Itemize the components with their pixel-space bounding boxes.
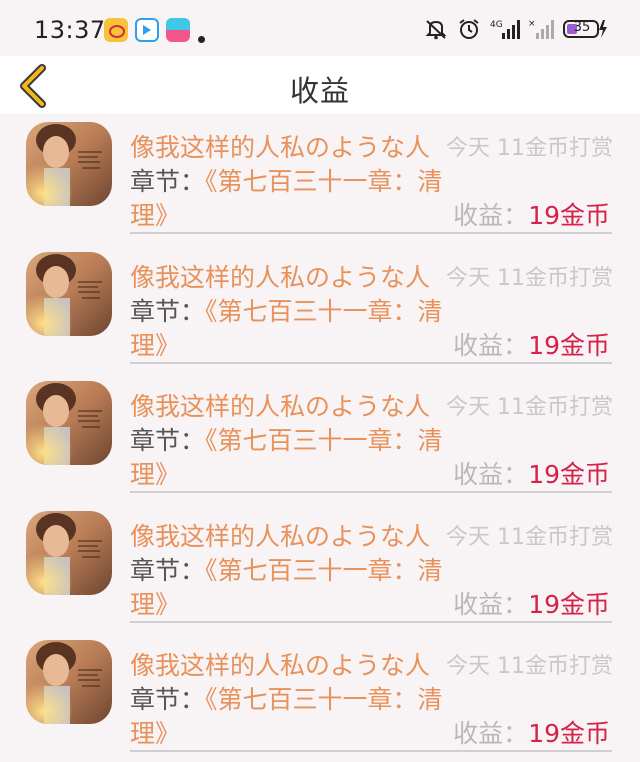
income-record[interactable]: 像我这样的人私のような人 今天 11金币打赏 章节：《第七百三十一章：清 理》 … <box>0 503 640 633</box>
record-meta: 今天 11金币打赏 <box>446 259 614 292</box>
chapter-line: 章节：《第七百三十一章：清 <box>130 292 443 328</box>
income-value: 19金币 <box>528 719 610 748</box>
income-amount: 收益：19金币 <box>453 326 610 362</box>
svg-text:×: × <box>528 19 536 29</box>
divider <box>130 232 612 234</box>
status-time: 13:37 <box>34 16 106 44</box>
income-value: 19金币 <box>528 589 610 619</box>
chapter-name: 《第七百三十一章：清 <box>205 167 443 196</box>
chapter-name-cont: 理》 <box>130 201 181 230</box>
video-app-icon <box>135 18 159 42</box>
work-title: 像我这样的人私のような人 <box>130 262 431 292</box>
chapter-label: 章节： <box>130 167 206 196</box>
signal-secondary-icon: × <box>528 19 554 39</box>
svg-text:4G: 4G <box>490 20 503 30</box>
divider <box>130 491 612 493</box>
divider <box>130 361 612 364</box>
alarm-icon <box>459 19 479 39</box>
chapter-name: 《第七百三十一章：清 <box>205 296 443 326</box>
chapter-name-cont: 理》 <box>130 589 181 619</box>
book-cover-avatar <box>26 381 112 465</box>
record-meta: 今天 11金币打赏 <box>446 648 614 680</box>
income-label: 收益： <box>453 719 529 748</box>
status-bar: 13:37 4G × 35 <box>0 0 640 56</box>
book-cover-avatar <box>26 510 112 595</box>
nav-bar: 收益 <box>0 56 640 114</box>
income-record[interactable]: 像我这样的人私のような人 今天 11金币打赏 章节：《第七百三十一章：清 理》 … <box>0 632 640 762</box>
chapter-label: 章节： <box>130 426 206 455</box>
income-label: 收益： <box>453 589 529 619</box>
chapter-line: 章节：《第七百三十一章：清 <box>130 421 443 457</box>
work-title: 像我这样的人私のような人 <box>130 133 431 162</box>
income-amount: 收益：19金币 <box>453 455 610 491</box>
chapter-label: 章节： <box>130 296 206 326</box>
income-value: 19金币 <box>528 460 610 489</box>
income-record[interactable]: 像我这样的人私のような人 今天 11金币打赏 章节：《第七百三十一章：清 理》 … <box>0 114 640 244</box>
weibo-app-icon <box>104 18 128 42</box>
divider <box>130 620 612 623</box>
battery-level: 35 <box>573 20 591 35</box>
income-label: 收益： <box>453 460 529 489</box>
chapter-name-cont: 理》 <box>130 330 181 360</box>
book-cover-avatar <box>26 122 112 206</box>
work-title: 像我这样的人私のような人 <box>130 521 431 551</box>
chapter-name-cont: 理》 <box>130 460 181 489</box>
income-record[interactable]: 像我这样的人私のような人 今天 11金币打赏 章节：《第七百三十一章：清 理》 … <box>0 244 640 374</box>
chapter-name: 《第七百三十一章：清 <box>205 685 443 714</box>
app-notification-icon <box>166 18 190 42</box>
book-cover-avatar <box>26 640 112 724</box>
income-value: 19金币 <box>528 201 610 230</box>
chapter-name-cont: 理》 <box>130 719 181 748</box>
chapter-label: 章节： <box>130 685 206 714</box>
income-amount: 收益：19金币 <box>453 714 610 750</box>
income-record[interactable]: 像我这样的人私のような人 今天 11金币打赏 章节：《第七百三十一章：清 理》 … <box>0 373 640 503</box>
income-list: 像我这样的人私のような人 今天 11金币打赏 章节：《第七百三十一章：清 理》 … <box>0 114 640 762</box>
chapter-line: 章节：《第七百三十一章：清 <box>130 162 443 198</box>
chapter-line: 章节：《第七百三十一章：清 <box>130 680 443 716</box>
more-notifications-icon <box>198 36 205 43</box>
income-amount: 收益：19金币 <box>453 585 610 621</box>
page-title: 收益 <box>289 74 350 108</box>
income-value: 19金币 <box>528 330 610 360</box>
chapter-name: 《第七百三十一章：清 <box>205 426 443 455</box>
mute-bell-icon <box>425 20 447 40</box>
income-label: 收益： <box>453 201 529 230</box>
income-label: 收益： <box>453 330 529 360</box>
book-cover-avatar <box>26 251 112 336</box>
work-title: 像我这样的人私のような人 <box>130 392 431 421</box>
record-meta: 今天 11金币打赏 <box>446 389 614 421</box>
chapter-line: 章节：《第七百三十一章：清 <box>130 551 443 587</box>
chapter-label: 章节： <box>130 555 206 585</box>
record-meta: 今天 11金币打赏 <box>446 518 614 551</box>
work-title: 像我这样的人私のような人 <box>130 651 431 680</box>
record-meta: 今天 11金币打赏 <box>446 130 614 162</box>
chapter-name: 《第七百三十一章：清 <box>205 555 443 585</box>
signal-4g-icon: 4G <box>490 20 520 39</box>
income-amount: 收益：19金币 <box>453 196 610 232</box>
